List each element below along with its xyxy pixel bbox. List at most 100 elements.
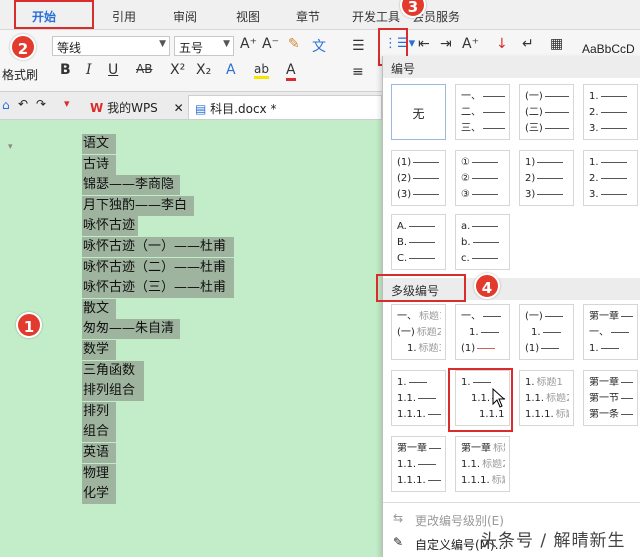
multilevel-style-tile[interactable]: 第一章 1.1. 1.1.1.	[391, 436, 446, 492]
placeholder-line	[600, 347, 619, 349]
sort-icon[interactable]: ↓	[496, 36, 508, 52]
grow-font-button[interactable]: A⁺	[240, 36, 257, 52]
numbering-style-tile[interactable]: ① ② ③	[455, 150, 510, 206]
document-line[interactable]: 排列	[82, 401, 116, 422]
paragraph-mark-icon[interactable]: ↵	[522, 36, 534, 52]
tab-view[interactable]: 视图	[236, 8, 260, 25]
document-canvas[interactable]: ▾ 语文 古诗 锦瑟——李商隐 月下独酌——李白 咏怀古迹 咏怀古迹（一）——杜甫 咏怀古迹…	[0, 120, 382, 557]
style-preview[interactable]: AaBbCcD	[582, 42, 635, 56]
increase-indent-icon[interactable]: ⇥	[440, 36, 452, 52]
numbering-tile-line: 1.	[589, 157, 633, 169]
clear-format-icon[interactable]: ✎	[288, 36, 300, 52]
font-color-button[interactable]: A	[286, 62, 296, 81]
document-line[interactable]: 月下独酌——李白	[82, 195, 194, 216]
numbering-style-tile[interactable]: 1. 2. 3.	[583, 84, 638, 140]
font-name-select[interactable]: 等线 ▼	[52, 36, 170, 56]
home-nav-icon[interactable]: ⌂	[2, 98, 10, 112]
numbering-tile-number: 二、	[461, 107, 481, 118]
tab-my-wps[interactable]: W 我的WPS ✕	[84, 95, 190, 119]
document-line[interactable]: 咏怀古迹	[82, 216, 138, 237]
numbering-tile-line: b.	[461, 237, 505, 249]
numbering-tile-line: 2.	[589, 107, 633, 119]
bold-button[interactable]: B	[60, 62, 71, 78]
decrease-indent-icon[interactable]: ⇤	[418, 36, 430, 52]
document-line[interactable]: 语文	[82, 134, 116, 154]
numbering-style-tile[interactable]: (一) (二) (三)	[519, 84, 574, 140]
multilevel-tile-heading: 标题3	[555, 409, 569, 420]
document-line[interactable]: 数学	[82, 340, 116, 360]
menu-divider	[383, 502, 640, 503]
underline-button[interactable]: U	[108, 62, 118, 78]
numbering-style-tile[interactable]: 1) 2) 3)	[519, 150, 574, 206]
multilevel-tile-number: 1.	[469, 327, 479, 338]
quick-access-dropdown-icon[interactable]: ▾	[64, 97, 70, 110]
numbering-style-tile[interactable]: A. B. C.	[391, 214, 446, 270]
document-line[interactable]: 锦瑟——李商隐	[82, 175, 180, 196]
font-size-select[interactable]: 五号 ▼	[174, 36, 234, 56]
text-effect-button[interactable]: A	[226, 62, 236, 78]
document-line[interactable]: 组合	[82, 422, 116, 443]
undo-icon[interactable]: ↶	[18, 97, 28, 111]
bullet-list-icon[interactable]: ☰	[352, 38, 365, 54]
numbering-tile-number: (2)	[397, 173, 412, 184]
align-left-icon[interactable]: ≡	[352, 64, 364, 80]
multilevel-tile-heading: 标题2	[482, 459, 505, 470]
document-line[interactable]: 物理	[82, 463, 116, 484]
tab-review[interactable]: 审阅	[173, 8, 197, 25]
highlight-multilevel-header	[376, 274, 466, 302]
phonetic-icon[interactable]: 文	[312, 36, 326, 56]
multilevel-style-tile[interactable]: 1.标题11.1.标题21.1.1.标题3	[519, 370, 574, 426]
multilevel-tile-line: (1)	[461, 343, 505, 355]
caret-marker-icon: ▾	[8, 142, 13, 152]
placeholder-line	[427, 479, 441, 481]
numbering-none-tile[interactable]: 无	[391, 84, 446, 140]
multilevel-tile-number: (1)	[461, 343, 476, 354]
document-line[interactable]: 排列组合	[82, 381, 144, 402]
document-line[interactable]: 三角函数	[82, 360, 144, 381]
shrink-font-button[interactable]: A⁻	[262, 36, 279, 52]
numbering-style-tile[interactable]: a. b. c.	[455, 214, 510, 270]
text-size-icon[interactable]: A⁺	[462, 36, 479, 52]
numbering-style-tile[interactable]: 1. 2. 3.	[583, 150, 638, 206]
format-brush-label[interactable]: 格式刷	[2, 66, 38, 83]
document-line[interactable]: 化学	[82, 484, 116, 505]
numbering-tile-line: a.	[461, 221, 505, 233]
multilevel-style-tile[interactable]: (一) 1. (1)	[519, 304, 574, 360]
numbering-style-tile[interactable]: 一、 二、 三、	[455, 84, 510, 140]
document-line[interactable]: 咏怀古迹（二）——杜甫	[82, 257, 234, 278]
tab-document[interactable]: ▤ 科目.docx *	[188, 95, 382, 119]
multilevel-tile-heading: 标题3	[418, 343, 441, 354]
document-line[interactable]: 散文	[82, 298, 116, 319]
superscript-button[interactable]: X²	[170, 62, 185, 78]
multilevel-tile-line: 第一节	[589, 393, 633, 405]
document-line[interactable]: 古诗	[82, 154, 116, 175]
document-line[interactable]: 英语	[82, 443, 116, 463]
multilevel-style-tile[interactable]: 第一章 第一节 第一条	[583, 370, 638, 426]
watermark: 头条号 / 解晴新生	[480, 531, 626, 551]
multilevel-style-tile[interactable]: 第一章标题1 1.1.标题2 1.1.1.标题3	[455, 436, 510, 492]
multilevel-style-tile[interactable]: 一、标题1 (一)标题2 1.标题3	[391, 304, 446, 360]
placeholder-line	[600, 161, 627, 163]
strikethrough-button[interactable]: AB	[136, 62, 152, 76]
multilevel-style-tile[interactable]: 一、 1. (1)	[455, 304, 510, 360]
tab-chapter[interactable]: 章节	[296, 8, 320, 25]
redo-icon[interactable]: ↷	[36, 97, 46, 111]
placeholder-line	[413, 177, 440, 179]
italic-button[interactable]: I	[86, 62, 92, 78]
multilevel-style-tile[interactable]: 1. 1.1. 1.1.1.	[391, 370, 446, 426]
highlight-button[interactable]: ab	[254, 62, 269, 79]
close-icon[interactable]: ✕	[174, 101, 184, 115]
subscript-button[interactable]: X₂	[196, 62, 211, 78]
numbering-tile-number: 1.	[589, 91, 599, 102]
table-border-icon[interactable]: ▦	[550, 36, 563, 52]
multilevel-tile-number: 第一章	[589, 311, 619, 322]
document-line[interactable]: 匆匆——朱自清	[82, 319, 180, 340]
numbering-style-tile[interactable]: (1) (2) (3)	[391, 150, 446, 206]
multilevel-style-tile[interactable]: 第一章 一、 1.	[583, 304, 638, 360]
document-line[interactable]: 咏怀古迹（三）——杜甫	[82, 278, 234, 299]
tab-references[interactable]: 引用	[112, 8, 136, 25]
numbering-tile-line: 2.	[589, 173, 633, 185]
placeholder-line	[541, 347, 560, 349]
document-line[interactable]: 咏怀古迹（一）——杜甫	[82, 237, 234, 257]
tab-developer[interactable]: 开发工具	[352, 8, 400, 25]
